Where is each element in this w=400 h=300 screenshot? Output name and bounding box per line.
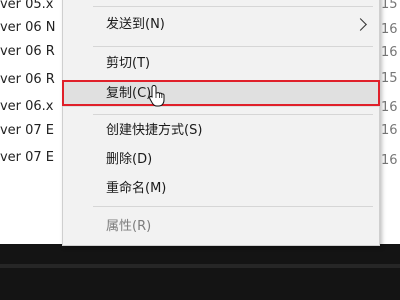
file-date-cell: 16 <box>381 100 398 115</box>
file-item[interactable]: over 06 R <box>0 41 62 63</box>
file-item[interactable]: over 06.x <box>0 96 62 118</box>
menu-item-delete[interactable]: 删除(D) <box>63 147 379 173</box>
file-item[interactable]: over 05.x <box>0 0 62 16</box>
file-date-cell: 15 <box>381 0 398 12</box>
file-date-cell: 16 <box>381 153 398 168</box>
file-date-cell: 16 <box>381 123 398 138</box>
menu-item-create-shortcut[interactable]: 创建快捷方式(S) <box>63 118 379 144</box>
file-date-cell: 16 <box>381 22 398 37</box>
file-item[interactable]: over 07 E <box>0 147 62 169</box>
menu-item-label: 创建快捷方式(S) <box>106 123 203 138</box>
menu-item-cut[interactable]: 剪切(T) <box>63 51 379 77</box>
menu-item-label: 发送到(N) <box>106 17 165 32</box>
menu-item-properties[interactable]: 属性(R) <box>63 214 379 240</box>
menu-separator <box>93 46 373 47</box>
file-date-cell: 16 <box>381 45 398 60</box>
highlight-box <box>62 80 380 106</box>
taskbar-divider <box>0 264 400 268</box>
menu-item-label: 属性(R) <box>106 219 152 234</box>
context-menu: 发送到(N) 剪切(T) 复制(C) 创建快捷方式(S) 删除(D) 重命名(M… <box>62 0 380 246</box>
menu-item-label: 删除(D) <box>106 152 153 167</box>
menu-separator <box>93 114 373 115</box>
file-item[interactable]: over 07 E <box>0 120 62 142</box>
chevron-right-icon <box>354 18 367 31</box>
file-item[interactable]: 8 <box>0 176 62 198</box>
menu-item-label: 剪切(T) <box>106 56 151 71</box>
file-item[interactable]: over 06 R <box>0 69 62 91</box>
taskbar <box>0 244 400 300</box>
menu-separator <box>93 206 373 207</box>
menu-item-label: 重命名(M) <box>106 181 167 196</box>
menu-item-rename[interactable]: 重命名(M) <box>63 176 379 202</box>
menu-item-send-to[interactable]: 发送到(N) <box>63 12 379 38</box>
hand-cursor-icon <box>149 84 165 107</box>
menu-separator <box>93 6 373 7</box>
file-date-cell: 15 <box>381 71 398 86</box>
file-item[interactable]: over 06 N <box>0 17 62 39</box>
